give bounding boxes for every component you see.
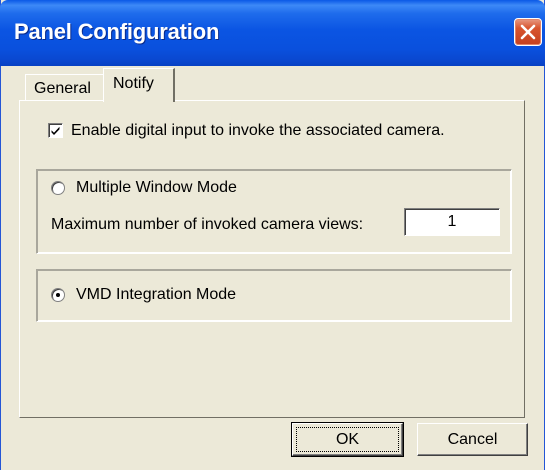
max-camera-views-input[interactable]	[404, 208, 500, 236]
tab-notify-label: Notify	[113, 75, 154, 92]
close-x-icon	[520, 24, 536, 40]
radio-selected-dot	[56, 293, 60, 297]
vmd-integration-mode-label: VMD Integration Mode	[76, 286, 237, 303]
tab-general-label: General	[34, 80, 91, 97]
cancel-button-label: Cancel	[447, 431, 498, 448]
window-title: Panel Configuration	[14, 19, 220, 44]
notify-tab-panel: Enable digital input to invoke the assoc…	[19, 100, 525, 418]
multiple-window-mode-label: Multiple Window Mode	[76, 179, 237, 196]
ok-button-label: OK	[335, 431, 360, 448]
ok-button[interactable]: OK	[291, 422, 404, 457]
checkmark-icon	[51, 126, 60, 135]
tab-general[interactable]: General	[25, 74, 105, 101]
enable-digital-input-label: Enable digital input to invoke the assoc…	[71, 122, 445, 139]
close-button[interactable]	[514, 18, 542, 46]
vmd-integration-mode-group: VMD Integration Mode	[36, 269, 512, 322]
max-camera-views-label: Maximum number of invoked camera views:	[51, 216, 364, 233]
multiple-window-mode-radio[interactable]	[51, 181, 65, 195]
enable-digital-input-checkbox[interactable]	[48, 123, 63, 138]
title-bar[interactable]: Panel Configuration	[0, 0, 545, 66]
tab-notify[interactable]: Notify	[103, 68, 175, 102]
vmd-integration-mode-radio[interactable]	[51, 288, 65, 302]
dialog-window: Panel Configuration General Notify Enabl…	[0, 0, 545, 470]
cancel-button[interactable]: Cancel	[417, 423, 528, 456]
multiple-window-mode-group: Multiple Window Mode Maximum number of i…	[36, 169, 512, 254]
